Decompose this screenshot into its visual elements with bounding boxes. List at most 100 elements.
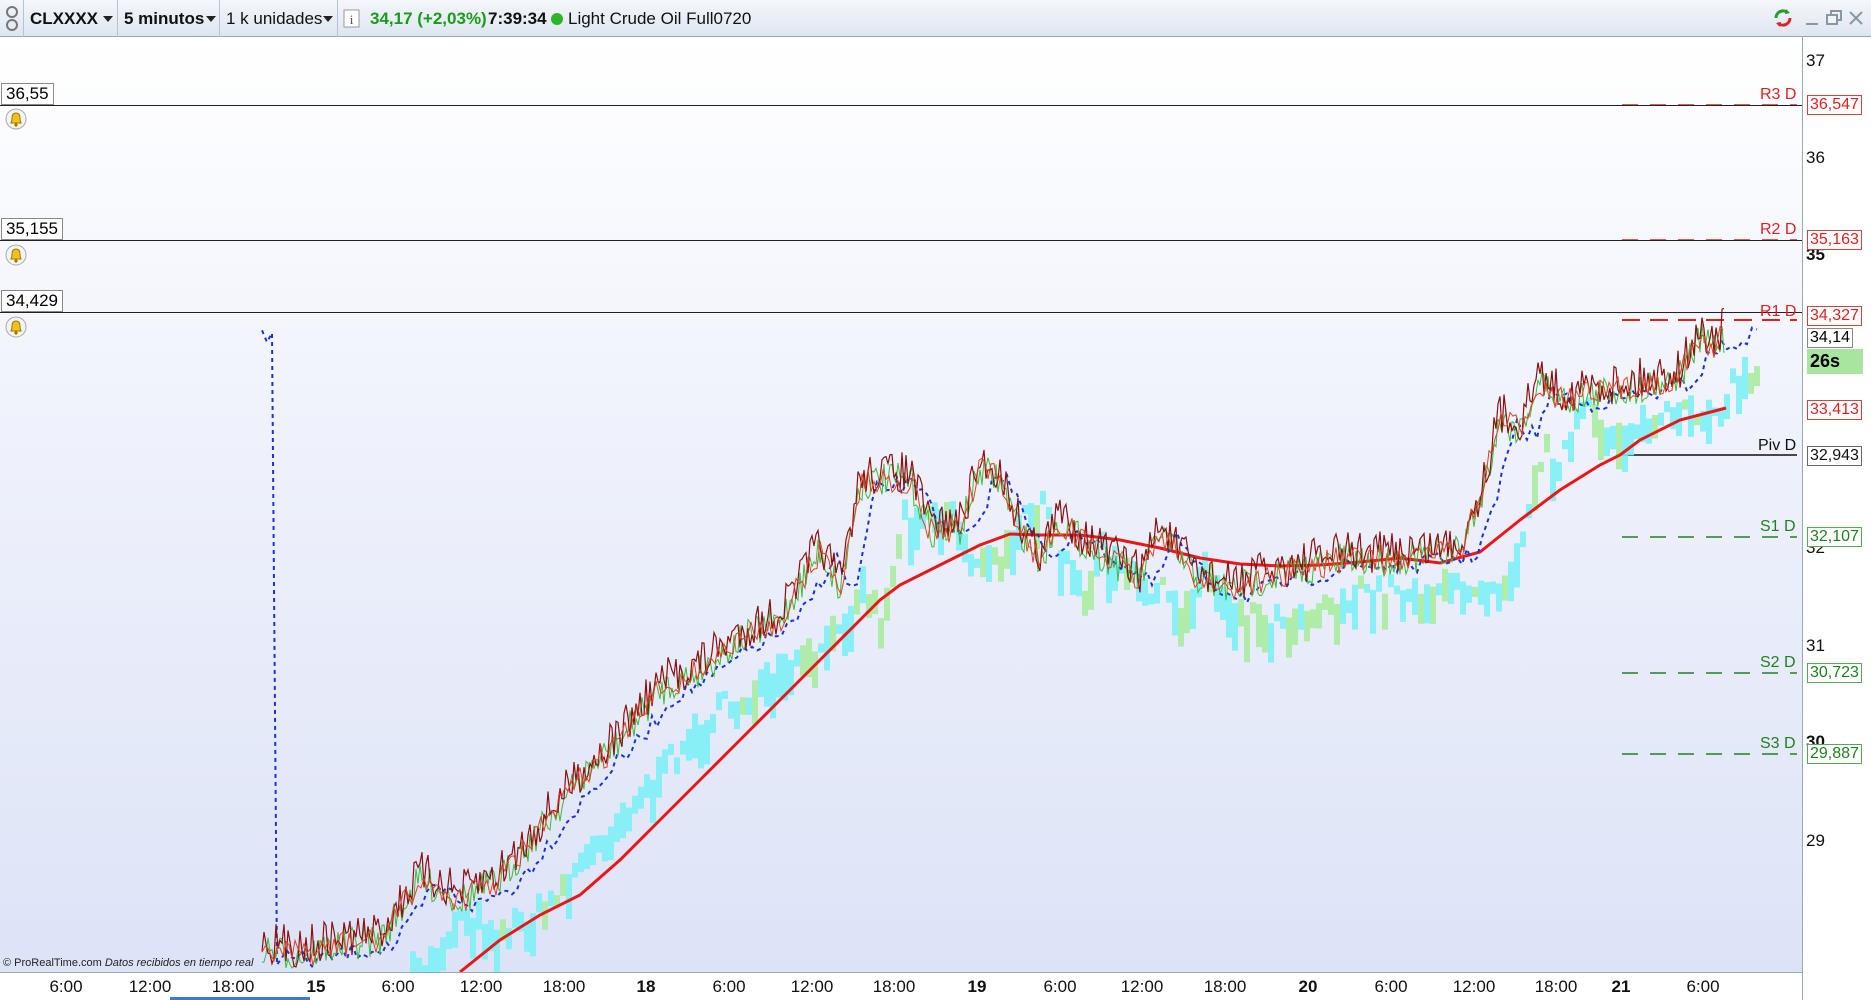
status-dot-icon (550, 0, 566, 37)
info-icon[interactable]: i (338, 0, 364, 37)
pivot-value-r2: 35,163 (1807, 230, 1862, 250)
alert-price-label: 35,155 (1, 218, 63, 240)
price-line (261, 307, 1725, 968)
ichimoku-cloud-segment (1178, 608, 1184, 647)
ichimoku-cloud-segment (1544, 433, 1550, 453)
ichimoku-cloud-segment (1148, 593, 1154, 605)
ichimoku-cloud-segment (1718, 410, 1724, 427)
ichimoku-cloud-segment (1244, 615, 1250, 663)
ichimoku-cloud-segment (1370, 589, 1376, 634)
price-axis[interactable] (1802, 37, 1871, 1000)
ichimoku-cloud-segment (1424, 584, 1430, 624)
ichimoku-cloud-segment (1706, 399, 1712, 445)
bell-icon[interactable] (5, 108, 27, 130)
ichimoku-cloud-segment (1538, 461, 1544, 473)
pivot-label-piv: Piv D (1758, 437, 1797, 454)
ichimoku-cloud-segment (626, 807, 632, 832)
ichimoku-cloud-segment (566, 874, 572, 920)
price-tick: 36 (1806, 148, 1825, 167)
pivot-label-s2: S2 D (1760, 654, 1796, 671)
ichimoku-cloud-segment (602, 835, 608, 862)
close-icon[interactable] (1845, 6, 1867, 30)
ichimoku-cloud-segment (1376, 575, 1382, 592)
ichimoku-cloud-segment (800, 645, 806, 676)
alert-line[interactable] (0, 312, 1802, 313)
ichimoku-cloud-segment (1316, 603, 1322, 629)
app-menu-icon[interactable] (0, 0, 24, 37)
sync-icon[interactable] (1771, 6, 1793, 30)
ichimoku-cloud-segment (1646, 418, 1652, 444)
ichimoku-cloud-segment (1514, 543, 1520, 588)
bell-icon[interactable] (5, 244, 27, 266)
ichimoku-cloud-segment (1610, 425, 1616, 450)
chevron-down-icon (206, 16, 216, 22)
ichimoku-cloud-segment (896, 534, 902, 560)
price-chart[interactable] (0, 37, 1802, 972)
ichimoku-cloud-segment (1334, 603, 1340, 645)
ichimoku-cloud-segment (1280, 616, 1286, 629)
ichimoku-cloud-segment (1616, 422, 1622, 470)
ichimoku-cloud-segment (1274, 603, 1280, 622)
ichimoku-cloud-segment (620, 802, 626, 839)
ichimoku-cloud-segment (764, 662, 770, 707)
ichimoku-cloud-segment (1382, 593, 1388, 630)
time-tick: 18:00 (872, 977, 916, 996)
ichimoku-cloud-segment (1310, 609, 1316, 629)
pivot-label-s3: S3 D (1760, 735, 1796, 752)
ichimoku-cloud-segment (1262, 615, 1268, 653)
ichimoku-cloud-segment (644, 774, 650, 798)
units-selector[interactable]: 1 k unidades (220, 0, 338, 37)
ichimoku-cloud-segment (596, 835, 602, 853)
ichimoku-cloud-segment (464, 909, 470, 936)
time-tick: 20 (1298, 977, 1318, 996)
bell-icon[interactable] (5, 316, 27, 338)
timeframe-selector[interactable]: 5 minutos (118, 0, 220, 37)
ichimoku-cloud-segment (818, 643, 824, 653)
ichimoku-cloud-segment (1040, 490, 1046, 505)
time-tick: 12:00 (128, 977, 172, 996)
ichimoku-cloud-segment (1226, 594, 1232, 638)
ichimoku-cloud-segment (1082, 590, 1088, 616)
ichimoku-cloud-segment (1256, 603, 1262, 648)
ichimoku-cloud-segment (422, 965, 428, 972)
footer-brand: © ProRealTime.com (3, 957, 102, 969)
ichimoku-cloud-segment (1142, 578, 1148, 606)
pivot-label-r1: R1 D (1760, 303, 1797, 320)
ichimoku-cloud-segment (1076, 570, 1082, 597)
time-tick: 19 (967, 977, 987, 996)
symbol-selector[interactable]: CLXXXX (24, 0, 118, 37)
ichimoku-cloud-segment (512, 907, 518, 928)
ichimoku-cloud-segment (1598, 419, 1604, 461)
ichimoku-cloud-segment (1388, 574, 1394, 588)
ichimoku-cloud-segment (434, 947, 440, 972)
ichimoku-cloud-segment (1628, 423, 1634, 456)
ichimoku-cloud-segment (1358, 575, 1364, 589)
ichimoku-cloud-segment (416, 957, 422, 972)
time-tick: 6:00 (1686, 977, 1720, 996)
ichimoku-cloud-segment (1592, 404, 1598, 438)
ichimoku-cloud-segment (1292, 608, 1298, 646)
ichimoku-cloud-segment (704, 720, 710, 765)
ichimoku-cloud-segment (908, 517, 914, 566)
ichimoku-cloud-segment (836, 624, 842, 634)
time-axis[interactable]: 6:00 12:00 18:00 15 6:00 12:00 18:00 18 6:00 12:0… (0, 972, 1802, 1000)
price-change: 34,17 (+2,03%) (370, 9, 487, 28)
time-tick: 21 (1611, 977, 1631, 996)
pivot-value-r1: 34,327 (1807, 306, 1862, 326)
alert-price-label: 34,429 (1, 290, 63, 312)
pivot-value-s2: 30,723 (1807, 663, 1862, 683)
time-tick: 6:00 (1043, 977, 1077, 996)
ichimoku-cloud-segment (728, 701, 734, 719)
ichimoku-cloud-segment (452, 911, 458, 948)
alert-line[interactable] (0, 105, 1802, 106)
ichimoku-cloud-segment (1634, 424, 1640, 440)
ichimoku-cloud-segment (962, 534, 968, 563)
ichimoku-cloud-segment (878, 618, 884, 649)
ichimoku-cloud-segment (854, 589, 860, 615)
ichimoku-cloud-segment (1088, 570, 1094, 610)
restore-icon[interactable] (1823, 6, 1845, 30)
ichimoku-cloud-segment (458, 910, 464, 921)
minimize-icon[interactable] (1801, 6, 1823, 30)
ichimoku-cloud-segment (608, 826, 614, 860)
alert-line[interactable] (0, 240, 1802, 241)
